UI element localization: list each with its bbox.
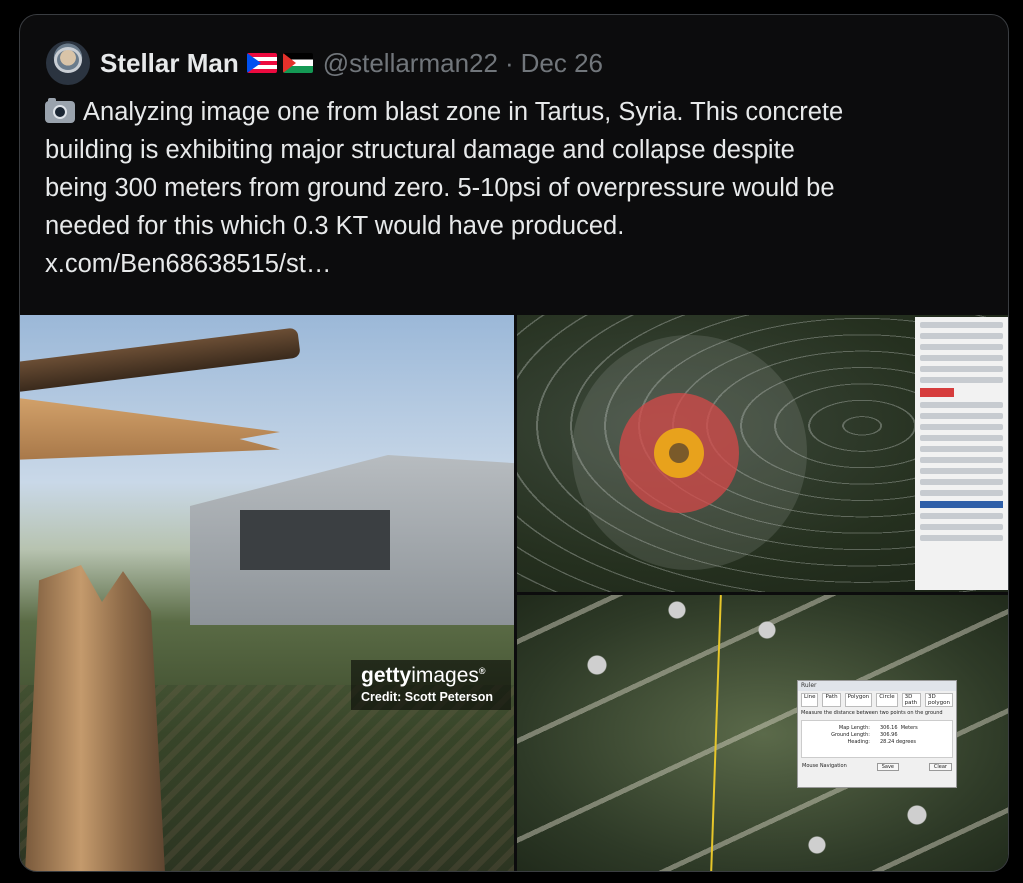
ruler-description: Measure the distance between two points … (801, 710, 943, 716)
tweet-text-line: needed for this which 0.3 KT would have … (45, 212, 625, 240)
tweet-text-line: building is exhibiting major structural … (45, 136, 795, 164)
avatar[interactable] (46, 41, 90, 85)
tweet-text-line: Analyzing image one from blast zone in T… (45, 93, 995, 131)
ruler-dialog: Ruler Line Path Polygon Circle 3D path 3… (797, 680, 957, 788)
ruler-tabs: Line Path Polygon Circle 3D path 3D poly… (798, 691, 956, 709)
nukemap-settings-panel (915, 317, 1008, 590)
broken-tree-trunk (25, 565, 165, 871)
detonate-button (920, 388, 954, 397)
tweet-header: Stellar Man @stellarman22 · Dec 26 (46, 41, 603, 85)
ruler-tab: Path (822, 693, 841, 707)
tweet-card[interactable]: Stellar Man @stellarman22 · Dec 26 Analy… (19, 14, 1009, 872)
blast-radius-map[interactable] (517, 315, 1008, 592)
ruler-tab: Polygon (844, 693, 873, 707)
tweet-link[interactable]: x.com/Ben68638515/st… (45, 245, 995, 283)
post-date[interactable]: Dec 26 (521, 48, 603, 79)
ruler-measurements: Map Length: 306.16 Meters Ground Length: 3… (801, 720, 953, 758)
media-grid: gettyimages® Credit: Scott Peterson Rule… (20, 315, 1008, 871)
ruler-save-button: Save (876, 763, 899, 771)
ruler-tab: 3D polygon (925, 693, 953, 707)
broken-branch (20, 327, 301, 393)
author-handle[interactable]: @stellarman22 (323, 48, 498, 79)
damaged-building-photo[interactable]: gettyimages® Credit: Scott Peterson (20, 315, 514, 871)
satellite-ruler-map[interactable]: Ruler Line Path Polygon Circle 3D path 3… (517, 595, 1008, 871)
getty-watermark: gettyimages® Credit: Scott Peterson (351, 660, 511, 710)
ruler-clear-button: Clear (928, 763, 952, 771)
building-opening (240, 510, 390, 570)
getty-logo: gettyimages® (361, 664, 486, 687)
photo-credit: Credit: Scott Peterson (361, 690, 493, 704)
author-name[interactable]: Stellar Man (100, 48, 239, 79)
ruler-tab: 3D path (901, 693, 922, 707)
tweet-text: Analyzing image one from blast zone in T… (45, 93, 995, 283)
separator: · (504, 47, 514, 78)
palestine-flag-icon (282, 53, 313, 73)
ruler-tab: Circle (876, 693, 898, 707)
splintered-wood (20, 397, 280, 460)
blast-center (669, 443, 689, 463)
ruler-title: Ruler (798, 681, 956, 691)
puerto-rico-flag-icon (246, 53, 277, 73)
ruler-tab: Line (801, 693, 819, 707)
ruler-footer: Mouse Navigation Save Clear (798, 761, 956, 773)
mouse-navigation-checkbox: Mouse Navigation (802, 763, 847, 769)
camera-icon (45, 98, 75, 123)
tweet-text-line: being 300 meters from ground zero. 5-10p… (45, 174, 835, 202)
